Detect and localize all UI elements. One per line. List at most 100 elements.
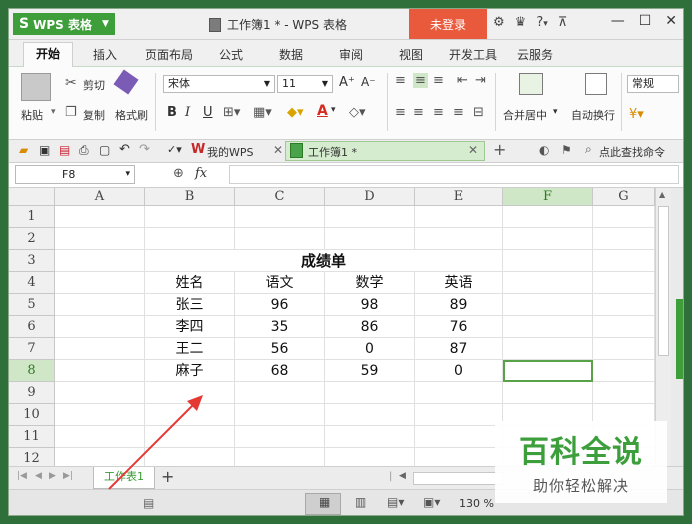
workbook-tab[interactable]: 工作簿1 * ✕ <box>285 141 485 161</box>
open-folder-icon[interactable]: ▰ <box>19 143 28 157</box>
grid-cell[interactable] <box>235 404 325 426</box>
cell-style-icon[interactable]: ▦▾ <box>253 105 272 120</box>
scroll-up-icon[interactable]: ▲ <box>659 190 665 199</box>
undo-icon[interactable]: ↶ <box>119 142 130 157</box>
prev-sheet-icon[interactable]: ◀ <box>35 471 42 481</box>
font-size-select[interactable]: 11 ▼ <box>277 75 333 93</box>
grid-cell[interactable] <box>325 404 415 426</box>
select-all-corner[interactable] <box>9 188 55 206</box>
paste-button[interactable]: 粘贴 <box>21 107 43 123</box>
data-cell[interactable]: 87 <box>415 338 503 360</box>
grid-cell[interactable] <box>55 250 145 272</box>
grid-cell[interactable] <box>325 426 415 448</box>
save-icon[interactable]: ▣ <box>39 143 50 157</box>
header-cell[interactable]: 数学 <box>325 272 415 294</box>
grid-cell[interactable] <box>55 338 145 360</box>
underline-button[interactable]: U <box>203 105 213 120</box>
help-button[interactable]: ?▾ <box>536 15 547 30</box>
chevron-down-icon[interactable]: ▾ <box>331 105 336 115</box>
my-wps-tab[interactable]: 我的WPS <box>207 144 254 160</box>
grid-cell[interactable] <box>235 448 325 466</box>
clear-format-icon[interactable]: ◇▾ <box>349 105 366 120</box>
font-name-select[interactable]: 宋体 ▼ <box>163 75 275 93</box>
last-sheet-icon[interactable]: ▶| <box>63 471 73 481</box>
grid-cell[interactable] <box>593 294 655 316</box>
header-cell[interactable]: 语文 <box>235 272 325 294</box>
merge-center-icon[interactable] <box>519 73 543 95</box>
side-panel-toggle[interactable] <box>676 299 683 379</box>
grid-cell[interactable] <box>415 382 503 404</box>
column-header[interactable]: E <box>415 188 503 206</box>
close-icon[interactable]: ✕ <box>665 13 677 29</box>
format-painter-icon[interactable] <box>113 69 139 95</box>
print-preview-icon[interactable]: ▢ <box>99 143 110 157</box>
close-icon[interactable]: ✕ <box>273 143 283 157</box>
row-header[interactable]: 1 <box>9 206 55 228</box>
grid-cell[interactable] <box>235 228 325 250</box>
grid-cell[interactable] <box>503 316 593 338</box>
align-bottom-icon[interactable]: ≡ <box>433 73 444 88</box>
skin-icon[interactable]: ⚙ <box>493 15 505 30</box>
border-icon[interactable]: ⊞▾ <box>223 105 240 120</box>
italic-button[interactable]: I <box>185 105 190 120</box>
grid-cell[interactable] <box>145 228 235 250</box>
flag-icon[interactable]: ⚑ <box>561 143 572 157</box>
grid-cell[interactable] <box>415 448 503 466</box>
tab-data[interactable]: 数据 <box>279 46 303 63</box>
vertical-scroll-thumb[interactable] <box>658 206 669 356</box>
grid-cell[interactable] <box>415 404 503 426</box>
grid-cell[interactable] <box>325 206 415 228</box>
grid-cell[interactable] <box>145 206 235 228</box>
grid-cell[interactable] <box>503 382 593 404</box>
grid-cell[interactable] <box>593 250 655 272</box>
close-icon[interactable]: ✕ <box>468 143 478 157</box>
data-cell[interactable]: 李四 <box>145 316 235 338</box>
grid-cell[interactable] <box>55 228 145 250</box>
increase-font-icon[interactable]: A⁺ <box>339 75 355 90</box>
column-header[interactable]: B <box>145 188 235 206</box>
sheet-title-cell[interactable]: 成绩单 <box>145 250 503 272</box>
minimize-icon[interactable]: — <box>611 13 625 29</box>
row-header[interactable]: 4 <box>9 272 55 294</box>
insert-function-button[interactable]: fx <box>195 166 207 181</box>
grid-cell[interactable] <box>593 382 655 404</box>
grid-cell[interactable] <box>593 228 655 250</box>
align-top-icon[interactable]: ≡ <box>395 73 406 88</box>
grid-cell[interactable] <box>415 206 503 228</box>
hscroll-split-icon[interactable]: | <box>389 471 392 482</box>
font-color-icon[interactable]: A <box>317 103 328 119</box>
page-layout-icon[interactable]: ▥ <box>355 495 366 509</box>
column-header[interactable]: F <box>503 188 593 206</box>
find-command-input[interactable]: 点此查找命令 <box>599 144 665 160</box>
print-icon[interactable]: ⎙ <box>79 143 89 158</box>
data-cell[interactable]: 59 <box>325 360 415 382</box>
grid-cell[interactable] <box>55 316 145 338</box>
tab-cloud[interactable]: 云服务 <box>517 46 553 63</box>
merge-center-button[interactable]: 合并居中 <box>503 107 547 123</box>
data-cell[interactable]: 89 <box>415 294 503 316</box>
grid-cell[interactable] <box>503 338 593 360</box>
tab-developer[interactable]: 开发工具 <box>449 46 497 63</box>
formula-input[interactable] <box>229 165 679 184</box>
grid-cell[interactable] <box>235 426 325 448</box>
export-pdf-icon[interactable]: ▤ <box>59 143 70 157</box>
login-button[interactable]: 未登录 <box>409 9 487 39</box>
name-box[interactable]: F8 ▾ <box>15 165 135 184</box>
tab-page-layout[interactable]: 页面布局 <box>145 46 193 63</box>
indent-decrease-icon[interactable]: ⇤ <box>457 73 468 88</box>
next-sheet-icon[interactable]: ▶ <box>49 471 56 481</box>
cloud-sync-icon[interactable]: ◐ <box>539 143 549 157</box>
chevron-down-icon[interactable]: ▾ <box>51 107 56 117</box>
row-header[interactable]: 6 <box>9 316 55 338</box>
currency-format-icon[interactable]: ¥▾ <box>629 107 644 122</box>
data-cell[interactable]: 麻子 <box>145 360 235 382</box>
row-header[interactable]: 12 <box>9 448 55 466</box>
grid-cell[interactable] <box>415 426 503 448</box>
maximize-icon[interactable]: ☐ <box>639 13 652 29</box>
row-header[interactable]: 11 <box>9 426 55 448</box>
column-header[interactable]: A <box>55 188 145 206</box>
grid-cell[interactable] <box>593 338 655 360</box>
align-left-icon[interactable]: ≡ <box>395 105 406 120</box>
row-header[interactable]: 8 <box>9 360 55 382</box>
header-cell[interactable]: 英语 <box>415 272 503 294</box>
